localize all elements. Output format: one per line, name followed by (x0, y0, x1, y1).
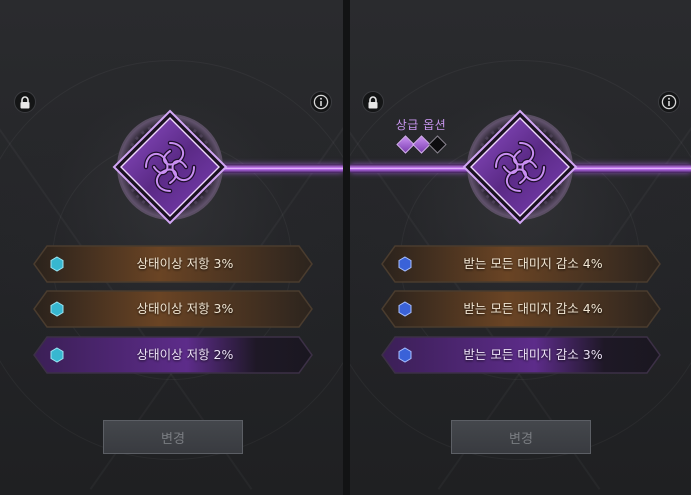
emblem-connector (572, 164, 691, 173)
info-icon (661, 94, 677, 110)
right-engraving-panel: 상급 옵션 받는 모든 대미지 감소 4% 받는 모든 대미지 감소 4% 받는… (350, 0, 691, 495)
engraving-emblem[interactable] (460, 107, 580, 227)
grade-indicator: 상급 옵션 (390, 116, 452, 154)
option-row[interactable]: 받는 모든 대미지 감소 4% (381, 290, 661, 328)
celtic-knot-emblem-icon (462, 109, 578, 225)
grade-label: 상급 옵션 (395, 118, 447, 132)
cyan-hexagon-icon (50, 301, 64, 317)
left-engraving-panel: 상태이상 저항 3% 상태이상 저항 3% 상태이상 저항 2% 변경 (0, 0, 343, 495)
blue-hexagon-icon (398, 347, 412, 363)
option-label: 받는 모든 대미지 감소 3% (463, 347, 603, 362)
lock-icon (368, 95, 378, 108)
lock-button[interactable] (362, 91, 384, 113)
option-row[interactable]: 상태이상 저항 2% (33, 336, 313, 374)
info-icon (313, 94, 329, 110)
cyan-hexagon-icon (50, 347, 64, 363)
grade-gems (390, 135, 452, 154)
emblem-connector (350, 164, 468, 173)
celtic-knot-emblem-icon (112, 109, 228, 225)
option-label: 상태이상 저항 2% (136, 347, 234, 362)
info-button[interactable] (658, 91, 680, 113)
engraving-emblem[interactable] (110, 107, 230, 227)
blue-hexagon-icon (398, 256, 412, 272)
option-label: 받는 모든 대미지 감소 4% (463, 256, 603, 271)
option-label: 상태이상 저항 3% (136, 256, 234, 271)
option-label: 상태이상 저항 3% (136, 301, 234, 316)
info-button[interactable] (310, 91, 332, 113)
change-button[interactable]: 변경 (451, 420, 591, 454)
grade-gem-empty-icon (427, 135, 447, 154)
option-label: 받는 모든 대미지 감소 4% (463, 301, 603, 316)
cyan-hexagon-icon (50, 256, 64, 272)
lock-icon (20, 95, 30, 108)
lock-button[interactable] (14, 91, 36, 113)
option-row[interactable]: 상태이상 저항 3% (33, 245, 313, 283)
option-row[interactable]: 상태이상 저항 3% (33, 290, 313, 328)
emblem-connector (214, 164, 343, 173)
blue-hexagon-icon (398, 301, 412, 317)
option-row[interactable]: 받는 모든 대미지 감소 3% (381, 336, 661, 374)
option-row[interactable]: 받는 모든 대미지 감소 4% (381, 245, 661, 283)
panel-divider (343, 0, 350, 495)
change-button[interactable]: 변경 (103, 420, 243, 454)
